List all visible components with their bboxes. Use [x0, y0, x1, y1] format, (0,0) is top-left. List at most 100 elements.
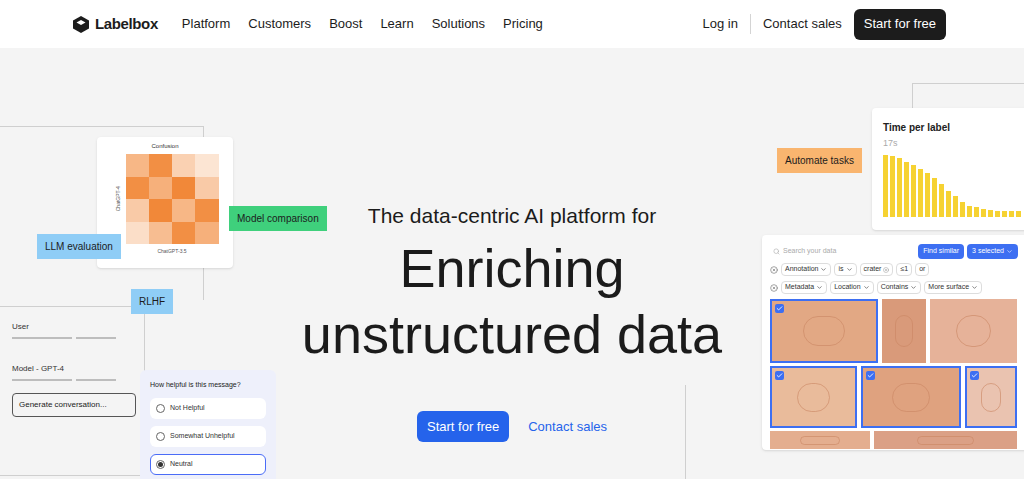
chevron-down-icon	[816, 284, 823, 291]
search-icon	[773, 248, 780, 255]
image-checkbox[interactable]	[775, 371, 784, 380]
confusion-matrix	[126, 154, 219, 244]
confusion-cell	[126, 177, 149, 200]
feature-tag: LLM evaluation	[37, 234, 121, 259]
remove-chip-icon[interactable]	[883, 267, 889, 273]
chevron-down-icon	[820, 266, 827, 273]
nav-link[interactable]: Boost	[329, 14, 362, 34]
chart-bar	[925, 173, 930, 217]
image-tile[interactable]	[882, 299, 926, 363]
logo-cube-icon	[73, 16, 89, 33]
filter-text: or	[915, 263, 929, 276]
chart-bar	[1002, 211, 1007, 216]
start-free-nav-button[interactable]: Start for free	[854, 9, 946, 40]
check-icon	[867, 372, 874, 379]
chart-bar	[995, 211, 1000, 217]
filter-text: ≤1	[896, 263, 912, 276]
nav-divider	[750, 14, 751, 34]
confusion-cell	[126, 154, 149, 177]
confusion-cell	[172, 222, 195, 245]
radio-icon	[156, 404, 165, 413]
filter-dropdown[interactable]: Contains	[877, 281, 922, 294]
message-placeholder-bar	[76, 337, 116, 339]
image-tile[interactable]	[930, 299, 1017, 363]
check-icon	[776, 372, 783, 379]
check-icon	[776, 305, 783, 312]
survey-option[interactable]: Not Helpful	[150, 398, 266, 419]
nav-link[interactable]: Pricing	[503, 14, 543, 34]
image-checkbox[interactable]	[866, 371, 875, 380]
logo[interactable]: Labelbox	[73, 13, 158, 36]
chevron-down-icon	[1006, 248, 1013, 255]
nav-links: Platform Customers Boost Learn Solutions Pric…	[182, 14, 543, 34]
chart-bar	[988, 210, 993, 217]
chevron-down-icon	[846, 266, 853, 273]
filter-dropdown[interactable]: More surface	[924, 281, 982, 294]
message-placeholder-bar	[76, 379, 116, 381]
contact-sales-button[interactable]: Contact sales	[528, 411, 607, 442]
confusion-cell	[172, 199, 195, 222]
message-placeholder-bar	[12, 337, 72, 339]
confusion-x-label: ChatGPT-3.5	[157, 248, 186, 256]
image-tile[interactable]	[770, 431, 870, 449]
survey-option[interactable]: Somewhat Unhelpful	[150, 426, 266, 447]
chart-bar	[883, 155, 888, 217]
filter-row: MetadataLocation ContainsMore surface	[770, 280, 1018, 295]
filter-dropdown[interactable]: Metadata	[781, 281, 827, 294]
search-row: Search your dataFind similar3 selected	[770, 243, 1018, 259]
start-free-button[interactable]: Start for free	[417, 411, 509, 442]
remove-filter-icon[interactable]	[770, 266, 778, 274]
image-tile[interactable]	[874, 431, 1017, 449]
chart-bar	[974, 207, 979, 216]
chevron-down-icon	[863, 284, 870, 291]
hero-content: The data-centric AI platform forEnrichin…	[0, 48, 1024, 442]
connector-line	[912, 83, 1024, 84]
image-checkbox[interactable]	[775, 304, 784, 313]
image-tile[interactable]	[770, 299, 878, 363]
connector-line	[912, 83, 913, 108]
remove-filter-icon[interactable]	[770, 284, 778, 292]
connector-line	[0, 126, 203, 127]
contact-sales-link[interactable]: Contact sales	[763, 14, 842, 34]
chart-bar	[946, 191, 951, 217]
filter-dropdown[interactable]: Annotation	[781, 263, 831, 276]
feature-tag: RLHF	[131, 289, 173, 314]
confusion-cell	[126, 222, 149, 245]
nav-link[interactable]: Platform	[182, 14, 230, 34]
search-field[interactable]: Search your data	[770, 243, 915, 259]
survey-question: How helpful is this message?	[150, 380, 266, 391]
chart-title: Time per label	[883, 120, 1024, 135]
chart-value: 17s	[883, 137, 1024, 151]
confusion-title: Confusion	[151, 142, 178, 151]
survey-option[interactable]: Neutral	[150, 454, 266, 475]
chart-bar	[911, 165, 916, 216]
image-checkbox[interactable]	[970, 371, 979, 380]
image-tile[interactable]	[861, 366, 961, 428]
chart-bar	[890, 156, 895, 216]
filter-chip[interactable]: crater	[860, 263, 894, 276]
confusion-cell	[149, 177, 172, 200]
nav-link[interactable]: Customers	[248, 14, 311, 34]
chart-bar	[953, 196, 958, 216]
bar-chart	[883, 153, 1024, 217]
confusion-cell	[149, 199, 172, 222]
image-tile[interactable]	[965, 366, 1017, 428]
login-link[interactable]: Log in	[703, 14, 738, 34]
chart-bar	[981, 209, 986, 216]
chevron-down-icon	[971, 284, 978, 291]
conversation-role: Model - GPT-4	[12, 363, 136, 375]
find-similar-button[interactable]: Find similar	[918, 244, 964, 259]
generate-conversation-button[interactable]: Generate conversation...	[12, 393, 136, 417]
filter-dropdown[interactable]: Location	[830, 281, 873, 294]
conversation-panel: UserModel - GPT-4Generate conversation..…	[0, 306, 145, 476]
confusion-cell	[195, 199, 218, 222]
selected-count-button[interactable]: 3 selected	[967, 244, 1018, 259]
chart-bar	[918, 169, 923, 216]
chart-bar	[939, 184, 944, 217]
filter-dropdown[interactable]: is	[834, 263, 856, 276]
nav-link[interactable]: Learn	[380, 14, 413, 34]
nav-link[interactable]: Solutions	[432, 14, 485, 34]
radio-icon	[156, 432, 165, 441]
image-tile[interactable]	[770, 366, 857, 428]
connector-line	[685, 385, 686, 479]
